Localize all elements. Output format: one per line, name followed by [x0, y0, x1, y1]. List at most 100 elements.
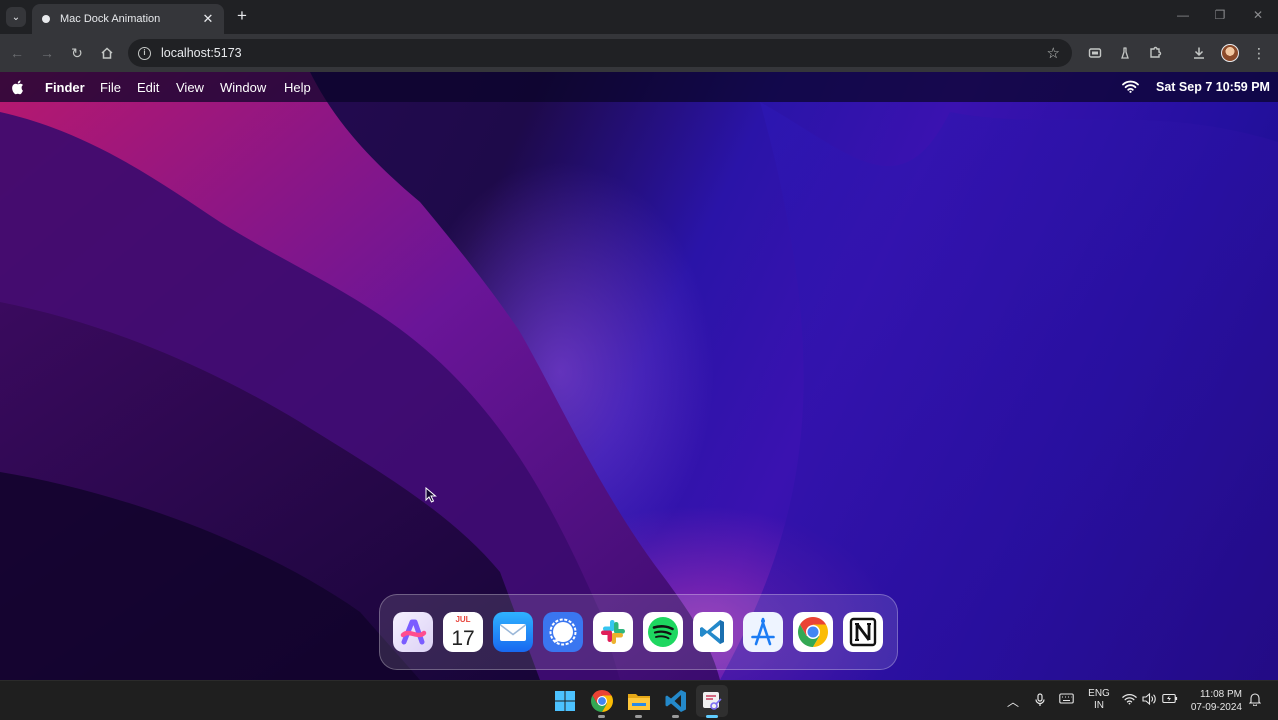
- tray-volume[interactable]: [1142, 692, 1157, 708]
- downloads-button[interactable]: [1189, 43, 1209, 63]
- keyboard-icon: [1059, 693, 1074, 704]
- apple-logo-icon[interactable]: [11, 79, 25, 95]
- running-indicator: [598, 715, 605, 718]
- browser-tab-strip: ⌄ Mac Dock Animation ✕ + — ❐ ✕: [0, 0, 1278, 34]
- mac-dock: JUL 17: [379, 594, 898, 670]
- chevron-up-icon: ︿: [1007, 695, 1020, 709]
- dock-app-chrome[interactable]: [793, 612, 833, 652]
- browser-menu-button[interactable]: ⋮: [1249, 43, 1269, 63]
- taskbar-app-file-explorer[interactable]: [625, 687, 653, 718]
- vscode-icon: [665, 690, 686, 712]
- running-indicator: [672, 715, 679, 718]
- profile-avatar[interactable]: [1221, 44, 1239, 62]
- start-icon: [555, 691, 575, 711]
- new-tab-button[interactable]: +: [232, 6, 252, 26]
- region-code: IN: [1094, 700, 1104, 711]
- tray-language[interactable]: ENG IN: [1088, 688, 1110, 712]
- home-icon: [101, 47, 113, 59]
- calendar-day: 17: [451, 627, 474, 650]
- menu-file[interactable]: File: [100, 80, 121, 95]
- back-button[interactable]: ←: [7, 43, 27, 63]
- dock-app-signal[interactable]: [543, 612, 583, 652]
- close-window-button[interactable]: ✕: [1248, 8, 1268, 22]
- taskbar-app-vscode[interactable]: [662, 687, 690, 718]
- plus-icon: +: [237, 6, 247, 25]
- menubar-clock[interactable]: Sat Sep 7 10:59 PM: [1156, 80, 1270, 94]
- puzzle-icon: [1149, 46, 1161, 58]
- address-bar[interactable]: i localhost:5173 ☆: [128, 39, 1072, 67]
- dock-app-notion[interactable]: [843, 612, 883, 652]
- dock-app-spotify[interactable]: [643, 612, 683, 652]
- minimize-button[interactable]: —: [1173, 8, 1193, 22]
- minimize-icon: —: [1177, 8, 1189, 22]
- menu-help[interactable]: Help: [284, 80, 311, 95]
- tray-keyboard[interactable]: [1059, 693, 1074, 707]
- webpage-desktop: Finder File Edit View Window Help Sat Se…: [0, 72, 1278, 680]
- home-button[interactable]: [97, 43, 117, 63]
- chevron-down-icon: ⌄: [11, 11, 21, 23]
- microphone-icon: [1035, 693, 1045, 706]
- taskbar-app-snipping-tool[interactable]: [698, 687, 726, 718]
- tab-title: Mac Dock Animation: [60, 13, 161, 25]
- mouse-cursor-icon: [425, 487, 437, 503]
- bell-icon: [1248, 693, 1262, 707]
- site-info-icon[interactable]: i: [138, 46, 151, 60]
- extension-button[interactable]: [1085, 43, 1105, 63]
- dock-app-slack[interactable]: [593, 612, 633, 652]
- wifi-icon[interactable]: [1122, 80, 1139, 93]
- taskbar-date: 07-09-2024: [1190, 702, 1242, 713]
- appstore-icon: [743, 612, 783, 652]
- favicon-icon: [42, 15, 50, 23]
- tray-network[interactable]: [1122, 693, 1137, 708]
- close-tab-button[interactable]: ✕: [200, 11, 216, 27]
- extensions-button[interactable]: [1145, 43, 1165, 63]
- monterey-wallpaper: [0, 72, 1278, 680]
- flask-icon: [1121, 47, 1129, 59]
- browser-tab[interactable]: Mac Dock Animation ✕: [32, 4, 224, 34]
- dock-app-calendar[interactable]: JUL 17: [443, 612, 483, 652]
- maximize-button[interactable]: ❐: [1210, 8, 1230, 22]
- reload-icon: ↻: [71, 45, 83, 61]
- menu-edit[interactable]: Edit: [137, 80, 159, 95]
- media-cast-icon: [1088, 48, 1102, 58]
- forward-button[interactable]: →: [37, 43, 57, 63]
- mac-menubar: Finder File Edit View Window Help Sat Se…: [0, 72, 1278, 102]
- language-code: ENG: [1088, 688, 1110, 699]
- bookmark-star-icon[interactable]: ☆: [1047, 44, 1060, 62]
- tray-battery[interactable]: [1162, 693, 1178, 707]
- slack-icon: [593, 612, 633, 652]
- tray-microphone[interactable]: [1034, 693, 1046, 710]
- close-icon: ✕: [1252, 8, 1264, 22]
- more-vert-icon: ⋮: [1252, 45, 1266, 61]
- dock-app-appstore[interactable]: [743, 612, 783, 652]
- wifi-icon: [1122, 693, 1137, 705]
- arrow-left-icon: ←: [10, 45, 24, 61]
- vscode-icon: [693, 612, 733, 652]
- tray-overflow-button[interactable]: ︿: [1007, 693, 1019, 710]
- dock-app-vscode[interactable]: [693, 612, 733, 652]
- taskbar-app-chrome[interactable]: [588, 687, 616, 718]
- reload-button[interactable]: ↻: [67, 43, 87, 63]
- mail-icon: [493, 612, 533, 652]
- taskbar-clock[interactable]: 11:08 PM 07-09-2024: [1186, 688, 1242, 714]
- battery-charging-icon: [1162, 693, 1178, 704]
- browser-toolbar: ← → ↻ i localhost:5173 ☆ ⋮: [0, 34, 1278, 72]
- dock-app-mail[interactable]: [493, 612, 533, 652]
- file-explorer-icon: [628, 694, 650, 710]
- windows-taskbar: ︿ ENG IN 11:08 PM 07-09-2024: [0, 680, 1278, 720]
- menu-window[interactable]: Window: [220, 80, 266, 95]
- dock-app-arc[interactable]: [393, 612, 433, 652]
- tab-search-button[interactable]: ⌄: [6, 7, 26, 27]
- calendar-icon: JUL 17: [443, 612, 483, 652]
- calendar-month: JUL: [455, 615, 470, 624]
- taskbar-start-button[interactable]: [551, 687, 579, 715]
- menu-finder[interactable]: Finder: [45, 80, 85, 95]
- signal-icon: [543, 612, 583, 652]
- menu-view[interactable]: View: [176, 80, 204, 95]
- chrome-icon: [793, 612, 833, 652]
- speaker-icon: [1142, 692, 1156, 706]
- notion-icon: [843, 612, 883, 652]
- extension-pin-button[interactable]: [1115, 43, 1135, 63]
- download-icon: [1194, 47, 1204, 59]
- tray-notifications[interactable]: [1248, 692, 1262, 709]
